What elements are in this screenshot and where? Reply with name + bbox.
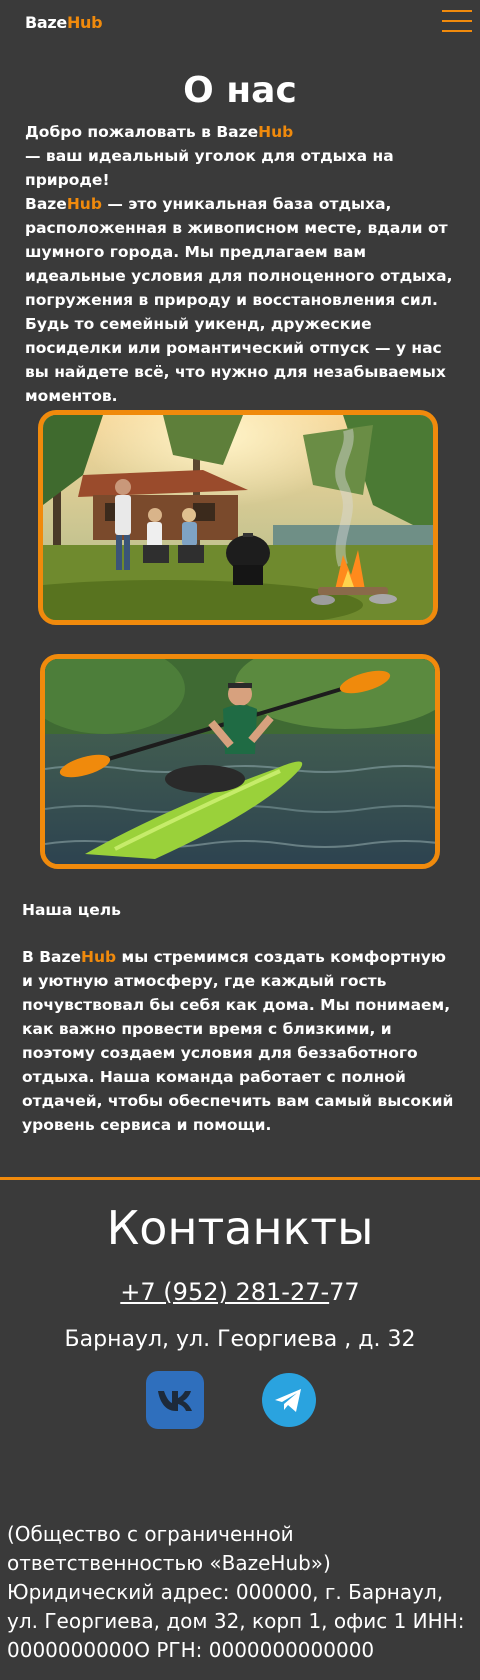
address: Барнаул, ул. Георгиева , д. 32 bbox=[64, 1327, 416, 1352]
phone-tail: 77 bbox=[329, 1278, 360, 1306]
goal-brand-1: Baze bbox=[39, 948, 82, 966]
intro-brand-1: Baze bbox=[25, 195, 67, 213]
kayak-photo bbox=[40, 654, 440, 869]
hamburger-menu-icon[interactable] bbox=[442, 10, 472, 32]
intro-text: — это уникальная база отдыха, расположен… bbox=[25, 195, 453, 405]
intro-paragraph: BazeHub — это уникальная база отдыха, ра… bbox=[25, 192, 465, 408]
welcome-brand-2: Hub bbox=[258, 123, 294, 141]
goal-heading: Наша цель bbox=[22, 901, 121, 919]
intro-brand-2: Hub bbox=[66, 195, 102, 213]
welcome-text: Добро пожаловать в BazeHub — ваш идеальны… bbox=[25, 120, 465, 192]
welcome-brand-1: Baze bbox=[216, 123, 259, 141]
about-title: О нас bbox=[183, 70, 297, 111]
site-header: BazeHub bbox=[0, 0, 480, 44]
logo[interactable]: BazeHub bbox=[25, 13, 103, 32]
contacts-title: Контанкты bbox=[106, 1201, 374, 1255]
goal-brand-2: Hub bbox=[81, 948, 117, 966]
welcome-prefix: Добро пожаловать в bbox=[25, 123, 217, 141]
legal-info: (Общество с ограниченной ответственность… bbox=[7, 1522, 465, 1662]
phone-number: +7 (952) 281-27-77 bbox=[0, 1276, 480, 1308]
vk-icon[interactable] bbox=[146, 1371, 204, 1429]
goal-text: мы стремимся создать комфортную и уютную… bbox=[22, 948, 454, 1134]
logo-part-2: Hub bbox=[66, 13, 103, 32]
campfire-photo bbox=[38, 410, 438, 625]
phone-link[interactable]: +7 (952) 281-27- bbox=[120, 1278, 329, 1306]
welcome-line-2: — ваш идеальный уголок для отдыха на при… bbox=[25, 147, 394, 189]
section-divider bbox=[0, 1177, 480, 1180]
telegram-icon[interactable] bbox=[262, 1373, 316, 1427]
logo-part-1: Baze bbox=[25, 13, 67, 32]
goal-paragraph: В BazeHub мы стремимся создать комфортну… bbox=[22, 945, 462, 1137]
goal-prefix: В bbox=[22, 948, 40, 966]
